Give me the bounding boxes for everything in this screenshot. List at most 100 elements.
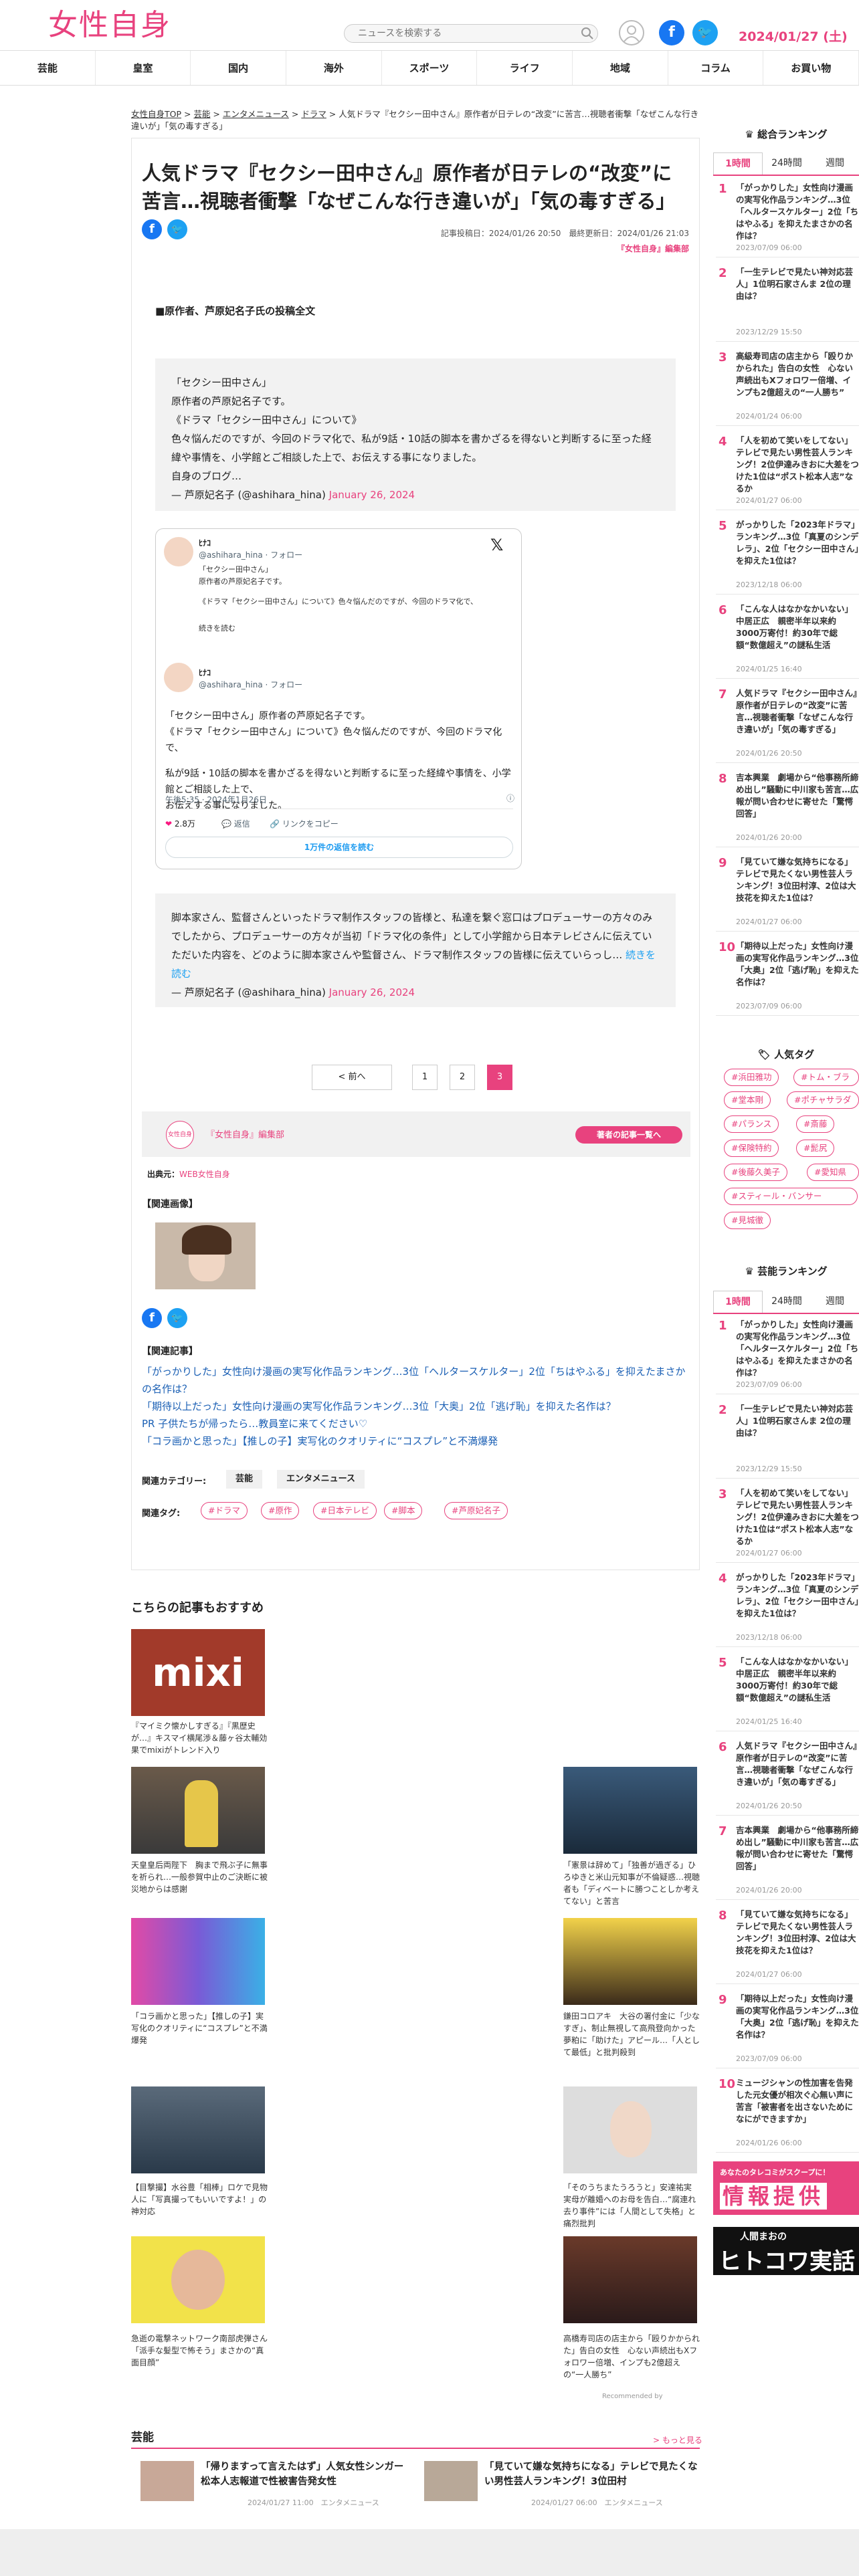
sidebar-tag[interactable]: #スティール・バンサー <box>724 1188 858 1205</box>
tweet-line[interactable]: 続きを読む <box>199 623 235 633</box>
ranking-item[interactable]: 8 「見ていて嫌な気持ちになる」テレビで見たくない男性芸人ランキング！3位田村淳、… <box>719 1909 859 1986</box>
tab-24h[interactable]: 24時間 <box>763 1291 811 1313</box>
recommend-thumb[interactable] <box>131 1918 265 2005</box>
sidebar-tag[interactable]: #トム・ブラ <box>793 1069 859 1086</box>
nav-item-column[interactable]: コラム <box>668 51 764 85</box>
share-twitter-icon[interactable]: 🐦 <box>167 219 187 239</box>
ranking-item[interactable]: 5 「こんな人はなかなかいない」中居正広 親密半年以来約3000万寄付！約30年で… <box>719 1656 859 1733</box>
breadcrumb-geino[interactable]: 芸能 <box>193 109 210 119</box>
tag-chip[interactable]: #ドラマ <box>201 1502 248 1519</box>
tab-1h[interactable]: 1時間 <box>713 152 763 175</box>
nav-item-life[interactable]: ライフ <box>477 51 573 85</box>
tag-chip[interactable]: #脚本 <box>384 1502 423 1519</box>
tag-chip[interactable]: #芦原妃名子 <box>444 1502 508 1519</box>
sidebar-tag[interactable]: #見城徹 <box>724 1212 771 1229</box>
ranking-item[interactable]: 6 「こんな人はなかなかいない」中居正広 親密半年以来約3000万寄付！約30年で… <box>719 603 859 681</box>
ranking-item[interactable]: 10 「期待以上だった」女性向け漫画の実写化作品ランキング…3位「大奥」2位「逃げ… <box>719 940 859 1018</box>
recommend-thumb[interactable] <box>563 1767 697 1854</box>
site-logo[interactable]: 女性自身 <box>48 9 171 41</box>
sidebar-tag[interactable]: #斎藤 <box>796 1115 835 1133</box>
related-article-link[interactable]: PR 子供たちが帰ったら…教員室に来てください♡ <box>142 1415 690 1432</box>
category-chip[interactable]: エンタメニュース <box>277 1470 365 1489</box>
ranking-item[interactable]: 5 がっかりした「2023年ドラマ」ランキング…3位「真夏のシンデレラ」、2位「セ… <box>719 519 859 597</box>
category-chip[interactable]: 芸能 <box>226 1470 263 1489</box>
ranking-item[interactable]: 3 高級寿司店の店主から「殴りかかられた」告白の女性 心ない声続出もXフォロワー倍… <box>719 350 859 428</box>
recommend-thumb[interactable] <box>563 2086 697 2173</box>
breadcrumb-drama[interactable]: ドラマ <box>301 109 326 119</box>
nav-item-koushitsu[interactable]: 皇室 <box>96 51 191 85</box>
nav-item-shopping[interactable]: お買い物 <box>763 51 859 85</box>
recommend-thumb[interactable]: mixi <box>131 1629 265 1716</box>
user-icon[interactable] <box>619 20 644 45</box>
sidebar-tag[interactable]: #保険特約 <box>724 1140 779 1157</box>
pager-page-2[interactable]: 2 <box>450 1065 475 1090</box>
tag-chip[interactable]: #日本テレビ <box>313 1502 377 1519</box>
recommend-item-text[interactable]: 『マイミク懐かしすぎる』『黒歴史が…』キスマイ横尾渉＆藤ヶ谷太輔効果でmixiが… <box>131 1720 268 1756</box>
sidebar-tag[interactable]: #パランス <box>724 1115 779 1133</box>
related-image[interactable] <box>155 1222 256 1289</box>
related-article-link[interactable]: 「がっかりした」女性向け漫画の実写化作品ランキング…3位「ヘルタースケルター」2… <box>142 1363 690 1398</box>
recommend-item-text[interactable]: 急逝の電撃ネットワーク南部虎弾さん「派手な髪型で怖そう」まさかの“真面目顔” <box>131 2333 268 2369</box>
read-replies-button[interactable]: 1万件の返信を読む <box>165 837 513 858</box>
tab-24h[interactable]: 24時間 <box>763 152 811 175</box>
ranking-item[interactable]: 1 「がっかりした」女性向け漫画の実写化作品ランキング…3位「ヘルタースケルター」… <box>719 182 859 259</box>
share-facebook-icon[interactable]: f <box>142 219 162 239</box>
recommend-item-text[interactable]: 「憲景は辞めて」「独善が過ぎる」ひろゆきと米山元知事が不倫疑惑…視聴者も「ディベ… <box>563 1859 700 1907</box>
ranking-item[interactable]: 1 「がっかりした」女性向け漫画の実写化作品ランキング…3位「ヘルタースケルター」… <box>719 1319 859 1396</box>
share-facebook-icon[interactable]: f <box>142 1308 162 1328</box>
nav-item-kokunai[interactable]: 国内 <box>191 51 287 85</box>
twitter-icon[interactable]: 🐦 <box>692 20 718 45</box>
quote-date-link[interactable]: January 26, 2024 <box>329 489 415 501</box>
copy-link-button[interactable]: 🔗 リンクをコピー <box>270 818 339 829</box>
recommend-thumb[interactable] <box>131 2086 265 2173</box>
search-input[interactable] <box>344 24 598 43</box>
ranking-item[interactable]: 9 「期待以上だった」女性向け漫画の実写化作品ランキング…3位「大奥」2位「逃げ恥… <box>719 1993 859 2070</box>
info-icon[interactable]: ⓘ <box>506 792 514 804</box>
ranking-item[interactable]: 2 「一生テレビで見たい神対応芸人」1位明石家さんま 2位の理由は？ 2023/12… <box>719 266 859 344</box>
tab-weekly[interactable]: 週間 <box>811 152 859 175</box>
author-articles-button[interactable]: 著者の記事一覧へ <box>575 1126 682 1144</box>
tab-weekly[interactable]: 週間 <box>811 1291 859 1313</box>
bottom-article-card[interactable]: 「帰りますって言えたはず」人気女性シンガー 松本人志報道で性被害告発女性 202… <box>140 2454 421 2514</box>
sidebar-tag[interactable]: #愛知県 <box>807 1164 859 1181</box>
recommend-thumb[interactable] <box>563 2236 697 2323</box>
recommend-item-text[interactable]: 高橋寿司店の店主から「殴りかかられた」告白の女性 心ない声続出もXフォロワー倍増… <box>563 2333 700 2381</box>
ranking-item[interactable]: 6 人気ドラマ『セクシー田中さん』原作者が日テレの“改変”に苦言…視聴者衝撃「なぜ… <box>719 1740 859 1818</box>
related-article-link[interactable]: 「期待以上だった」女性向け漫画の実写化作品ランキング…3位「大奥」2位「逃げ恥」… <box>142 1398 690 1415</box>
sidebar-tag[interactable]: #髭尻 <box>796 1140 835 1157</box>
nav-item-sports[interactable]: スポーツ <box>382 51 478 85</box>
tip-banner[interactable]: あなたのタレコミがスクープに！ 情報提供 <box>713 2161 859 2215</box>
tweet-time[interactable]: 午後5:35 · 2024年1月26日 <box>165 794 267 805</box>
like-button[interactable]: ❤ 2.8万 <box>165 818 195 829</box>
nav-item-geino[interactable]: 芸能 <box>0 51 96 85</box>
embedded-tweet[interactable]: ﾋﾅｺ @ashihara_hina · フォロー 𝕏 「セクシー田中さん」 原… <box>155 528 522 869</box>
sidebar-tag[interactable]: #後藤久美子 <box>724 1164 787 1181</box>
recommend-thumb[interactable] <box>131 1767 265 1854</box>
article-editor[interactable]: 『女性自身』編集部 <box>549 243 689 254</box>
bottom-article-card[interactable]: 「見ていて嫌な気持ちになる」テレビで見たくない男性芸人ランキング！3位田村 20… <box>424 2454 705 2514</box>
ranking-item[interactable]: 4 「人を初めて笑いをしてない」テレビで見たい男性芸人ランキング！2位伊達みきおに… <box>719 435 859 512</box>
x-logo-icon[interactable]: 𝕏 <box>490 536 503 554</box>
sidebar-tag[interactable]: #堂本剛 <box>724 1091 771 1109</box>
recommend-thumb[interactable] <box>131 2236 265 2323</box>
ranking-item[interactable]: 10 ミュージシャンの性加害を告発した元女優が相次ぐ心無い声に苦言「被害者を出さな… <box>719 2077 859 2155</box>
ranking-item[interactable]: 7 吉本興業 劇場から“他事務所締め出し”騒動に中川家も苦言…広報が問い合わせに寄… <box>719 1824 859 1902</box>
ranking-item[interactable]: 7 人気ドラマ『セクシー田中さん』原作者が日テレの“改変”に苦言…視聴者衝撃「なぜ… <box>719 687 859 765</box>
share-twitter-icon[interactable]: 🐦 <box>167 1308 187 1328</box>
ranking-item[interactable]: 4 がっかりした「2023年ドラマ」ランキング…3位「真夏のシンデレラ」、2位「セ… <box>719 1572 859 1649</box>
ranking-item[interactable]: 9 「見ていて嫌な気持ちになる」テレビで見たくない男性芸人ランキング！3位田村淳、… <box>719 856 859 934</box>
more-link[interactable]: > もっと見る <box>653 2434 702 2446</box>
tag-chip[interactable]: #原作 <box>261 1502 300 1519</box>
tab-1h[interactable]: 1時間 <box>713 1291 763 1313</box>
author-name[interactable]: 『女性自身』編集部 <box>206 1128 284 1140</box>
related-article-link[interactable]: 「コラ画かと思った」【推しの子】実写化のクオリティに“コスプレ”と不満爆発 <box>142 1432 690 1450</box>
pager-page-1[interactable]: 1 <box>412 1065 438 1090</box>
ranking-item[interactable]: 8 吉本興業 劇場から“他事務所締め出し”騒動に中川家も苦言…広報が問い合わせに寄… <box>719 772 859 849</box>
reply-button[interactable]: 💬 返信 <box>221 818 250 829</box>
nav-item-chiiki[interactable]: 地域 <box>573 51 668 85</box>
recommend-item-text[interactable]: 「そのうちまたうろうと」安達祐実 実母が離婚へのお母を告白…“腐連れ去り事件”に… <box>563 2181 700 2230</box>
hitokowa-banner[interactable]: 人間まおの ヒトコワ実話 <box>713 2227 859 2275</box>
sidebar-tag[interactable]: #浜田雅功 <box>724 1069 779 1086</box>
pager-prev-button[interactable]: < 前へ <box>312 1065 392 1090</box>
recommend-item-text[interactable]: 鎌田コロアキ 大谷の署付金に「少なすぎ」、制止無視して高飛登向かった夢粕に「助け… <box>563 2010 700 2058</box>
